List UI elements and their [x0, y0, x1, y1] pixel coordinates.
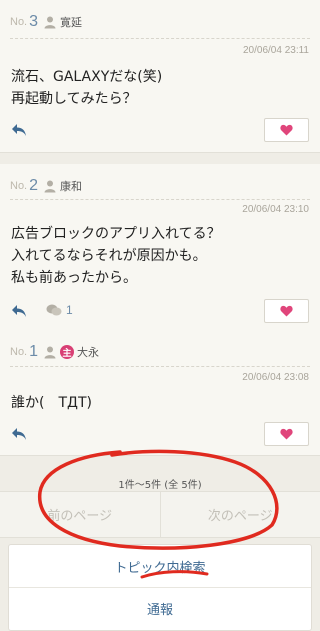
- comment-indicator[interactable]: 1: [46, 303, 73, 317]
- pagination: 前のページ 次のページ: [0, 491, 320, 538]
- comment-count: 1: [66, 303, 73, 317]
- post-divider: [10, 199, 310, 200]
- user-icon: [44, 16, 56, 29]
- post-number-label: No.: [10, 16, 28, 28]
- post-card: No. 3 寛延 20/06/04 23:11 流石、GALAXYだな(笑) 再…: [0, 0, 320, 153]
- post-header: No. 1 主 大永: [10, 342, 99, 362]
- post-header: No. 2 康和: [10, 176, 82, 196]
- comment-icon: [46, 304, 62, 316]
- like-button[interactable]: [264, 118, 309, 142]
- post-number: 1: [29, 343, 39, 360]
- reply-icon[interactable]: [11, 304, 27, 318]
- like-button[interactable]: [264, 422, 309, 446]
- post-timestamp: 20/06/04 23:11: [243, 45, 309, 56]
- bottom-menu: トピック内検索 通報: [8, 544, 312, 631]
- like-button[interactable]: [264, 299, 309, 323]
- post-header: No. 3 寛延: [10, 12, 82, 32]
- post-divider: [10, 366, 310, 367]
- next-page-button[interactable]: 次のページ: [159, 492, 320, 537]
- pager-info: 1件〜5件 (全 5件): [118, 480, 202, 491]
- post-author: 寛延: [60, 16, 83, 29]
- heart-icon: [280, 305, 293, 317]
- post-number-label: No.: [10, 180, 28, 192]
- user-icon: [44, 180, 56, 193]
- post-author: 大永: [77, 346, 100, 359]
- post-author: 康和: [60, 180, 83, 193]
- owner-badge: 主: [60, 345, 75, 359]
- post-number-label: No.: [10, 346, 28, 358]
- reply-icon[interactable]: [11, 427, 27, 441]
- post-timestamp: 20/06/04 23:08: [242, 372, 309, 383]
- reply-icon[interactable]: [11, 123, 27, 137]
- prev-page-button[interactable]: 前のページ: [0, 492, 160, 537]
- user-icon: [44, 346, 56, 359]
- post-timestamp: 20/06/04 23:10: [242, 204, 309, 215]
- post-number: 2: [29, 177, 39, 194]
- post-divider: [10, 38, 310, 39]
- post-card: No. 1 主 大永 20/06/04 23:08 誰か( TДT): [0, 331, 320, 456]
- post-body: 誰か( TДT): [11, 395, 92, 411]
- topic-search-button[interactable]: トピック内検索: [9, 545, 311, 587]
- post-body: 広告ブロックのアプリ入れてる？ 入れてるならそれが原因かも。 私も前あったから。: [11, 226, 221, 286]
- page: No. 3 寛延 20/06/04 23:11 流石、GALAXYだな(笑) 再…: [0, 0, 320, 631]
- post-number: 3: [29, 13, 39, 30]
- post-body: 流石、GALAXYだな(笑) 再起動してみたら？: [11, 69, 163, 107]
- report-button[interactable]: 通報: [9, 587, 311, 629]
- post-card: No. 2 康和 20/06/04 23:10 広告ブロックのアプリ入れてる？ …: [0, 164, 320, 336]
- heart-icon: [280, 124, 293, 136]
- heart-icon: [280, 428, 293, 440]
